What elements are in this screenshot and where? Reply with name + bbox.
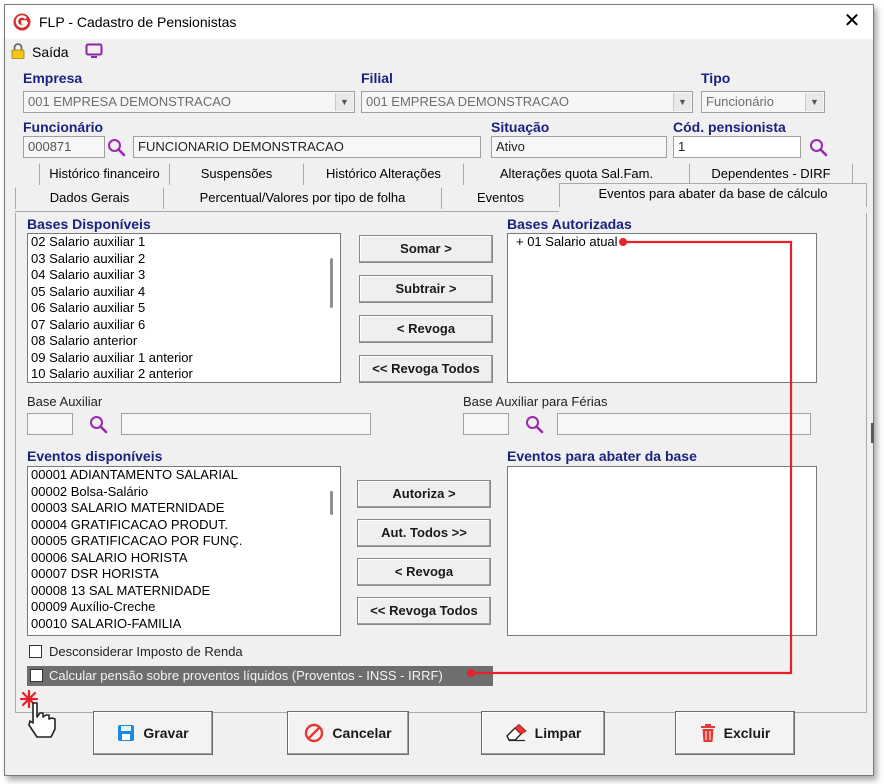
limpar-label: Limpar xyxy=(534,725,582,741)
eraser-icon xyxy=(505,724,527,742)
excluir-label: Excluir xyxy=(723,725,771,741)
limpar-button[interactable]: Limpar xyxy=(481,711,605,755)
annotation-connector xyxy=(467,238,793,677)
pensionistas-window: FLP - Cadastro de Pensionistas ✕ Saída E… xyxy=(4,4,874,776)
hand-cursor-icon xyxy=(19,689,56,738)
cancelar-label: Cancelar xyxy=(332,725,392,741)
trash-icon xyxy=(700,724,715,742)
gravar-label: Gravar xyxy=(143,725,189,741)
gravar-button[interactable]: Gravar xyxy=(93,711,213,755)
cancel-icon xyxy=(305,723,324,743)
cancelar-button[interactable]: Cancelar xyxy=(287,711,409,755)
window-resize-grip[interactable] xyxy=(871,423,874,443)
annotation-dot xyxy=(467,669,475,677)
save-icon xyxy=(118,725,135,741)
excluir-button[interactable]: Excluir xyxy=(675,711,795,755)
annotation-dot xyxy=(619,238,627,246)
